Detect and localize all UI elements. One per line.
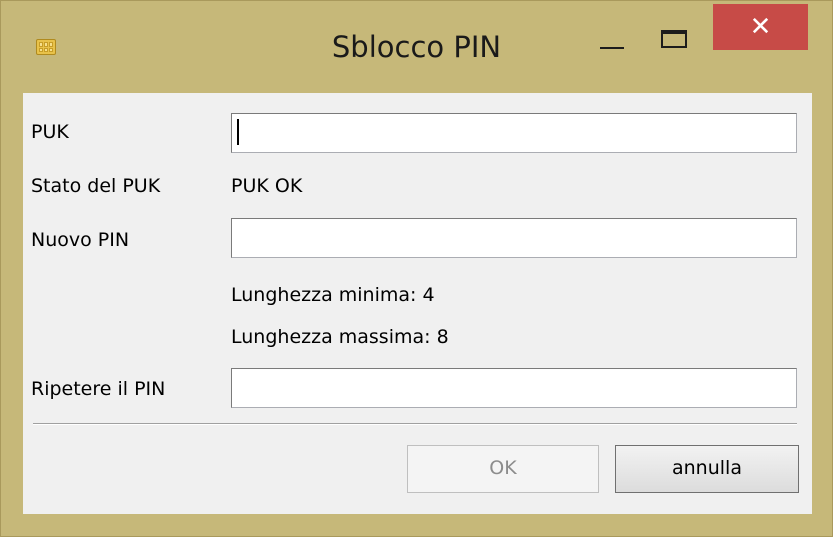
text-caret: [237, 119, 239, 145]
new-pin-label: Nuovo PIN: [31, 229, 130, 251]
separator: [33, 423, 797, 425]
cancel-button[interactable]: annulla: [615, 445, 799, 493]
puk-label: PUK: [31, 121, 69, 143]
new-pin-field[interactable]: [231, 218, 797, 258]
dialog-body: PUK Stato del PUK PUK OK Nuovo PIN Lungh…: [23, 93, 812, 514]
puk-field[interactable]: [231, 113, 797, 153]
repeat-pin-label: Ripetere il PIN: [31, 378, 166, 400]
close-icon[interactable]: ✕: [713, 4, 808, 50]
min-length-hint: Lunghezza minima: 4: [231, 284, 435, 306]
title-bar[interactable]: Sblocco PIN ✕: [1, 1, 832, 93]
repeat-pin-field[interactable]: [231, 368, 797, 408]
window-title: Sblocco PIN: [331, 30, 502, 64]
puk-status-label: Stato del PUK: [31, 175, 161, 197]
max-length-hint: Lunghezza massima: 8: [231, 326, 449, 348]
maximize-icon[interactable]: [655, 25, 695, 59]
unlock-pin-dialog: Sblocco PIN ✕ PUK Stato del PUK PUK OK N…: [0, 0, 833, 537]
minimize-icon[interactable]: [595, 31, 629, 61]
ok-button[interactable]: OK: [407, 445, 599, 493]
puk-status-value: PUK OK: [231, 175, 303, 197]
